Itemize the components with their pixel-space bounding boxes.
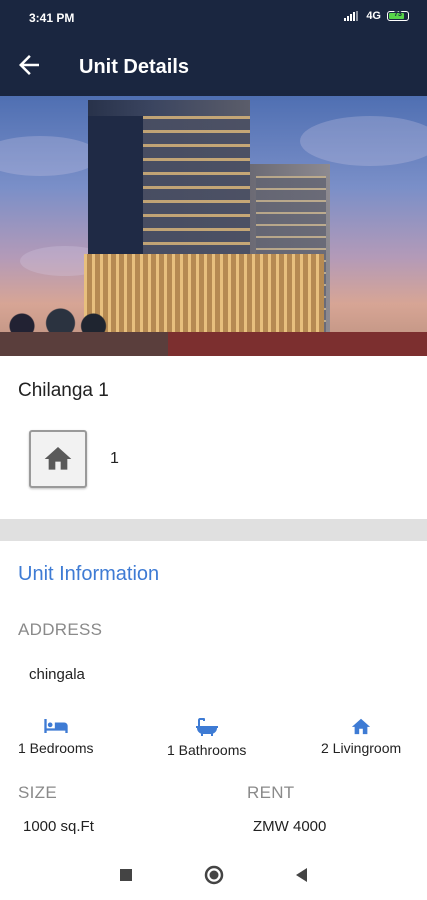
triangle-back-icon: [296, 868, 307, 882]
square-icon: [120, 869, 132, 881]
size-value: 1000 sq.Ft: [23, 818, 94, 835]
app-bar: Unit Details: [0, 36, 427, 96]
home-tile-button[interactable]: [29, 430, 87, 488]
home-icon: [44, 447, 72, 470]
circle-icon: [204, 865, 224, 885]
size-label: SIZE: [18, 783, 57, 802]
status-icons: 4G 73: [344, 10, 409, 22]
feature-livingroom: 2 Livingroom: [321, 716, 401, 756]
feature-label: 1 Bathrooms: [167, 742, 247, 758]
page-title: Unit Details: [79, 56, 190, 78]
battery-icon: 73: [387, 11, 409, 21]
status-bar: 3:41 PM 4G 73: [0, 0, 427, 36]
unit-name: Chilanga 1: [18, 380, 109, 401]
network-type: 4G: [366, 10, 381, 22]
battery-level: 73: [394, 11, 402, 18]
feature-bedrooms: 1 Bedrooms: [18, 716, 93, 756]
system-nav-bar: [0, 854, 427, 900]
address-label: ADDRESS: [18, 620, 103, 639]
home-icon: [351, 718, 371, 735]
back-button[interactable]: [14, 50, 44, 80]
section-title: Unit Information: [18, 563, 160, 585]
rent-value: ZMW 4000: [253, 818, 327, 835]
home-nav-button[interactable]: [204, 865, 224, 885]
address-value: chingala: [29, 666, 85, 683]
feature-label: 1 Bedrooms: [18, 740, 94, 756]
section-divider: [0, 519, 427, 541]
arrow-left-icon: [19, 55, 39, 75]
bathtub-icon: [195, 718, 218, 736]
status-time: 3:41 PM: [29, 11, 75, 25]
unit-photo: [0, 96, 427, 356]
feature-label: 2 Livingroom: [321, 740, 402, 756]
signal-icon: [344, 11, 360, 21]
bed-icon: [44, 719, 68, 733]
feature-bathrooms: 1 Bathrooms: [167, 716, 246, 758]
recents-button[interactable]: [119, 868, 133, 882]
unit-count: 1: [110, 450, 119, 467]
rent-label: RENT: [247, 783, 295, 802]
back-nav-button[interactable]: [294, 867, 308, 883]
